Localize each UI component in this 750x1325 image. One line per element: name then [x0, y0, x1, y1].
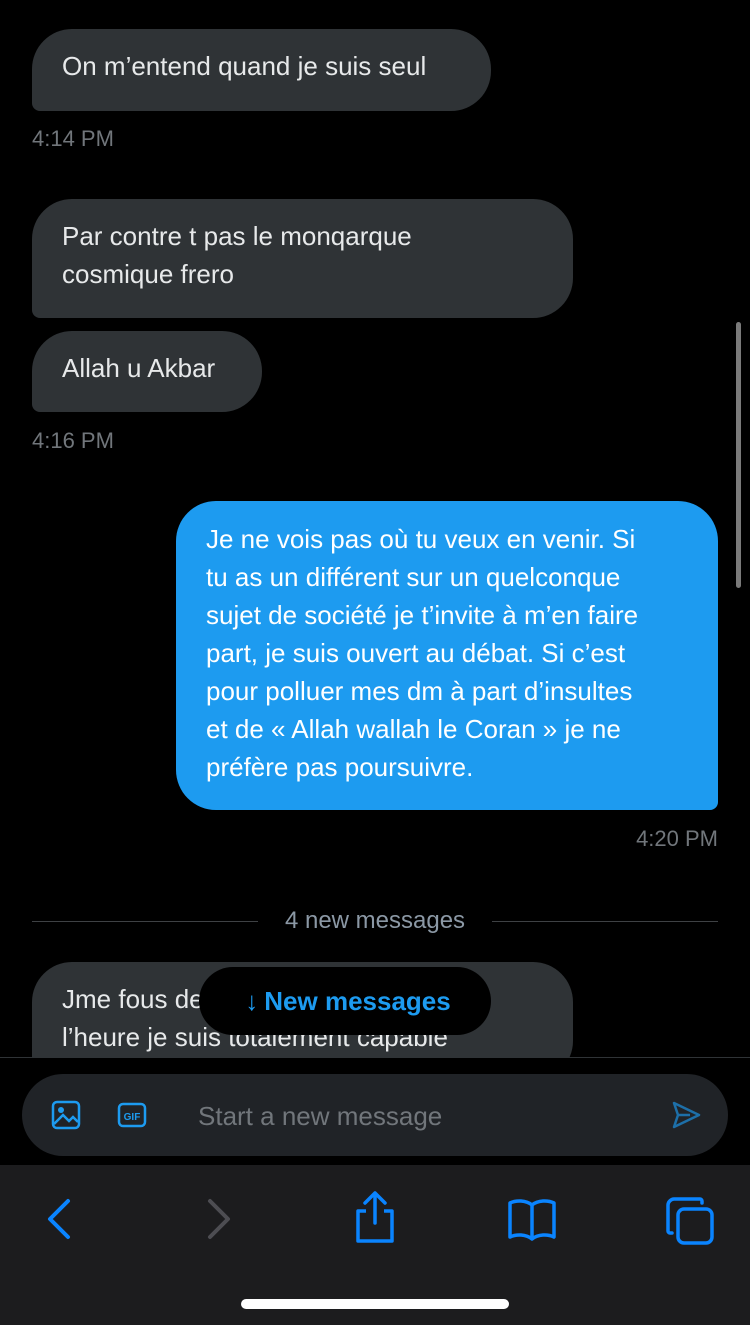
timestamp: 4:14 PM — [32, 126, 114, 151]
timestamp: 4:20 PM — [636, 826, 718, 851]
message-bubble-outgoing[interactable]: Je ne vois pas où tu veux en venir. Si t… — [176, 501, 718, 810]
home-indicator[interactable] — [241, 1299, 509, 1309]
message-thread[interactable]: On m’entend quand je suis seul 4:14 PM P… — [0, 0, 750, 1058]
back-chevron-icon[interactable] — [40, 1195, 80, 1248]
new-messages-button[interactable]: ↓ New messages — [199, 967, 491, 1035]
message-bubble-incoming[interactable]: Allah u Akbar — [32, 331, 262, 412]
new-messages-label: New messages — [264, 985, 451, 1016]
image-icon[interactable] — [50, 1099, 82, 1136]
new-messages-divider: 4 new messages — [32, 905, 718, 939]
message-bubble-incoming[interactable]: Par contre t pas le monqarque cosmique f… — [32, 199, 573, 318]
book-icon[interactable] — [506, 1195, 558, 1248]
send-icon[interactable] — [670, 1099, 702, 1136]
gif-icon[interactable]: GIF — [116, 1099, 148, 1136]
message-input[interactable] — [196, 1094, 640, 1138]
divider-line — [492, 921, 718, 922]
scrollbar[interactable] — [736, 322, 741, 588]
svg-text:GIF: GIF — [124, 1112, 141, 1123]
message-bubble-incoming[interactable]: On m’entend quand je suis seul — [32, 29, 491, 111]
message-composer: GIF — [22, 1074, 728, 1156]
forward-chevron-icon[interactable] — [198, 1195, 238, 1248]
timestamp: 4:16 PM — [32, 428, 114, 453]
composer-separator — [0, 1057, 750, 1058]
arrow-down-icon: ↓ — [245, 985, 259, 1016]
browser-toolbar — [0, 1165, 750, 1325]
share-icon[interactable] — [352, 1189, 398, 1250]
tabs-icon[interactable] — [664, 1195, 716, 1252]
